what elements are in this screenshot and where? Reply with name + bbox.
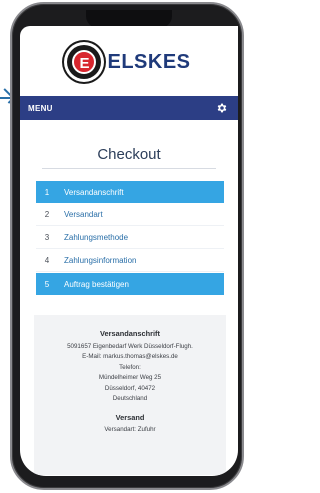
address-street: Mündelheimer Weg 25 bbox=[98, 374, 162, 381]
checkout-steps: 1 Versandanschrift 2 Versandart 3 Zahlun… bbox=[36, 181, 224, 296]
shipping-method-value: Versandart: Zufuhr bbox=[104, 426, 156, 433]
step-number: 1 bbox=[44, 187, 50, 197]
step-payment-info[interactable]: 4 Zahlungsinformation bbox=[36, 250, 224, 272]
step-label: Versandanschrift bbox=[64, 187, 124, 197]
address-line: 5091657 Eigenbedarf Werk Düsseldorf-Flug… bbox=[67, 342, 193, 350]
gear-icon[interactable] bbox=[216, 102, 228, 114]
brand-name: ELSKES bbox=[107, 50, 191, 73]
step-label: Zahlungsinformation bbox=[64, 256, 137, 265]
step-label: Auftrag bestätigen bbox=[64, 279, 129, 289]
step-number: 2 bbox=[44, 210, 50, 219]
logo-initial: E bbox=[72, 50, 97, 74]
menu-bar: MENU bbox=[20, 96, 238, 120]
title-divider bbox=[42, 168, 216, 169]
step-number: 4 bbox=[44, 256, 50, 265]
step-label: Zahlungsmethode bbox=[64, 233, 129, 242]
address-email: E-Mail: markus.thomas@elskes.de bbox=[82, 353, 178, 360]
brand-logo[interactable]: E ELSKES bbox=[20, 42, 238, 82]
page-title: Checkout bbox=[97, 146, 161, 163]
shipping-heading: Versand bbox=[115, 412, 145, 422]
step-number: 5 bbox=[44, 279, 50, 289]
phone-screen: E ELSKES MENU Checkout 1 Versandanschrif… bbox=[20, 26, 238, 476]
step-confirm-order[interactable]: 5 Auftrag bestätigen bbox=[36, 273, 224, 295]
menu-button[interactable]: MENU bbox=[28, 104, 53, 113]
step-payment-method[interactable]: 3 Zahlungsmethode bbox=[36, 227, 224, 249]
logo-icon: E bbox=[67, 45, 102, 79]
step-shipping-method[interactable]: 2 Versandart bbox=[36, 204, 224, 226]
address-phone: Telefon: bbox=[119, 363, 141, 371]
step-number: 3 bbox=[44, 233, 50, 242]
address-heading: Versandanschrift bbox=[100, 329, 160, 338]
address-city: Düsseldorf, 40472 bbox=[104, 384, 156, 392]
address-country: Deutschland bbox=[112, 395, 148, 402]
order-summary: Versandanschrift 5091657 Eigenbedarf Wer… bbox=[34, 315, 226, 475]
step-shipping-address[interactable]: 1 Versandanschrift bbox=[36, 181, 224, 203]
step-label: Versandart bbox=[64, 210, 103, 219]
